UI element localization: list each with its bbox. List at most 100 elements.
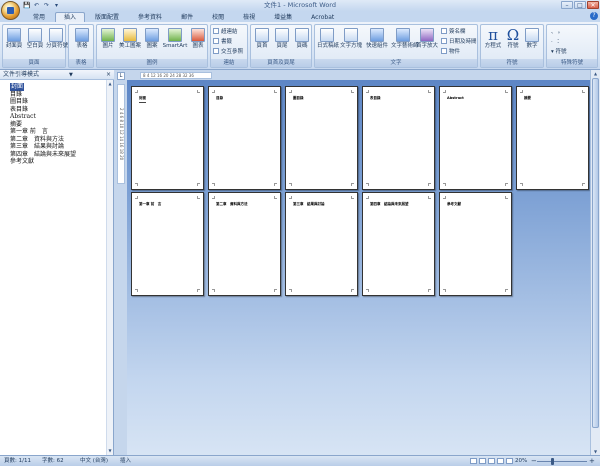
clipart-button[interactable]: 美工圖案 [118, 27, 142, 57]
help-button[interactable]: ? [590, 12, 598, 20]
nav-item[interactable]: 第四章 結論與未來展望 [10, 151, 102, 159]
header-button[interactable]: 頁首 [253, 27, 271, 57]
dropcap-button[interactable]: 首字放大 [415, 27, 439, 57]
tab-0[interactable]: 常用 [24, 12, 54, 22]
nav-item[interactable]: 表目錄 [10, 106, 102, 114]
tab-6[interactable]: 檢視 [234, 12, 264, 22]
page-thumbnail[interactable]: 圖目錄 [285, 86, 358, 190]
datetime-button[interactable]: 日期及時間 [441, 38, 477, 46]
zoom-in-button[interactable]: + [589, 456, 595, 466]
special-symbols-grid[interactable]: 、。 [551, 28, 567, 36]
scroll-up-icon[interactable]: ▲ [592, 70, 599, 77]
office-button[interactable] [1, 1, 20, 20]
tab-7[interactable]: 增益集 [265, 12, 301, 22]
page-heading: 第一章 前 言 [139, 202, 162, 206]
web-layout-icon[interactable] [488, 458, 495, 464]
number-button[interactable]: 數字 [523, 27, 541, 57]
object-button[interactable]: 物件 [441, 48, 460, 56]
nav-item[interactable]: 封面 [10, 83, 102, 91]
customize-qat-icon[interactable]: ▾ [53, 2, 60, 9]
textbox-button[interactable]: 文字方塊 [339, 27, 363, 57]
nav-item[interactable]: 圖目錄 [10, 98, 102, 106]
zoom-slider[interactable] [537, 461, 587, 462]
special-symbols-grid-2[interactable]: ·： [551, 38, 566, 46]
scroll-thumb[interactable] [592, 78, 599, 428]
group-tables: 表格 表格 [68, 24, 94, 68]
page-thumbnail[interactable]: 封面 [131, 86, 204, 190]
document-scrollbar[interactable]: ▲ ▼ [590, 70, 600, 455]
table-button[interactable]: 表格 [72, 27, 92, 57]
page-thumbnail[interactable]: 第一章 前 言 [131, 192, 204, 296]
chart-button[interactable]: 圖表 [189, 27, 207, 57]
document-map-header[interactable]: 文件引導模式 ▼ × [0, 70, 114, 80]
page-thumbnail[interactable]: 摘要 [516, 86, 589, 190]
chinese-layout-button[interactable]: 日式稿紙 [317, 27, 339, 57]
page-break-button[interactable]: 分頁符號 [46, 27, 68, 57]
insert-mode[interactable]: 插入 [120, 456, 131, 466]
nav-item[interactable]: 摘要 [10, 121, 102, 129]
tab-2[interactable]: 版面配置 [86, 12, 128, 22]
nav-item[interactable]: 目錄 [10, 91, 102, 99]
tab-selector[interactable]: L [117, 72, 125, 80]
close-button[interactable]: ✕ [587, 1, 599, 9]
scroll-down-icon[interactable]: ▼ [592, 448, 599, 455]
nav-item[interactable]: 第三章 結果與討論 [10, 143, 102, 151]
shapes-button[interactable]: 圖案 [143, 27, 161, 57]
full-screen-reading-icon[interactable] [479, 458, 486, 464]
scroll-up-icon[interactable]: ▲ [107, 81, 113, 87]
page-thumbnail[interactable]: 第四章 結論與未來展望 [362, 192, 435, 296]
tab-1[interactable]: 插入 [55, 12, 86, 22]
crossref-button[interactable]: 交互參照 [213, 48, 243, 56]
save-icon[interactable]: 💾 [23, 2, 30, 9]
zoom-out-button[interactable]: − [531, 456, 537, 466]
tab-3[interactable]: 參考資料 [129, 12, 171, 22]
symbol-button[interactable]: Ω 符號 [504, 27, 522, 57]
footer-button[interactable]: 頁尾 [273, 27, 291, 57]
page-number-button[interactable]: 頁碼 [293, 27, 311, 57]
nav-item[interactable]: 第二章 資料與方法 [10, 136, 102, 144]
horizontal-ruler[interactable]: 8 4 12 16 20 24 28 32 36 [140, 72, 212, 79]
undo-icon[interactable]: ↶ [33, 2, 40, 9]
signature-line-button[interactable]: 簽名欄 [441, 28, 466, 36]
bookmark-button[interactable]: 書籤 [213, 38, 232, 46]
wordart-button[interactable]: 文字藝術師 [391, 27, 419, 57]
nav-item[interactable]: 第一章 前 言 [10, 128, 102, 136]
outline-view-icon[interactable] [497, 458, 504, 464]
zoom-slider-thumb[interactable] [551, 458, 554, 465]
tab-4[interactable]: 郵件 [172, 12, 202, 22]
page-thumbnail[interactable]: 第二章 資料與方法 [208, 192, 281, 296]
nav-item[interactable]: Abstract [10, 113, 102, 121]
special-symbol-button[interactable]: ▾ 符號 [551, 48, 567, 56]
maximize-button[interactable]: □ [574, 1, 586, 9]
vertical-ruler[interactable]: 2 4 6 8 10 12 14 16 18 20 [117, 84, 125, 184]
tab-5[interactable]: 校閱 [203, 12, 233, 22]
nav-item[interactable]: 參考文獻 [10, 158, 102, 166]
page-thumbnail[interactable]: 目錄 [208, 86, 281, 190]
page-thumbnail[interactable]: 表目錄 [362, 86, 435, 190]
crop-mark [289, 196, 292, 199]
cover-page-button[interactable]: 封面頁 [4, 27, 24, 57]
quickparts-button[interactable]: 快速組件 [365, 27, 389, 57]
print-layout-view-icon[interactable] [470, 458, 477, 464]
document-canvas[interactable]: 封面 目錄 圖目錄 表目錄 Abstract 摘要第一章 前 言 第二章 資料與方法 第三章 … [127, 80, 590, 455]
close-pane-icon[interactable]: × [106, 70, 111, 80]
minimize-button[interactable]: – [561, 1, 573, 9]
chevron-down-icon[interactable]: ▼ [69, 72, 73, 78]
smartart-button[interactable]: SmartArt [162, 27, 188, 57]
language-indicator[interactable]: 中文 (台灣) [80, 456, 108, 466]
tab-8[interactable]: Acrobat [302, 12, 343, 22]
draft-view-icon[interactable] [506, 458, 513, 464]
scroll-down-icon[interactable]: ▼ [107, 448, 113, 454]
page-thumbnail[interactable]: Abstract [439, 86, 512, 190]
page-thumbnail[interactable]: 第三章 結果與討論 [285, 192, 358, 296]
equation-button[interactable]: π 方程式 [483, 27, 503, 57]
picture-button[interactable]: 圖片 [99, 27, 117, 57]
redo-icon[interactable]: ↷ [43, 2, 50, 9]
nav-scrollbar[interactable]: ▲ ▼ [106, 80, 113, 455]
blank-page-button[interactable]: 空白頁 [25, 27, 45, 57]
page-count[interactable]: 頁數: 1/11 [4, 456, 31, 466]
zoom-level[interactable]: 20% [515, 456, 527, 466]
hyperlink-button[interactable]: 超連結 [213, 28, 238, 36]
word-count[interactable]: 字數: 62 [42, 456, 64, 466]
page-thumbnail[interactable]: 參考文獻 [439, 192, 512, 296]
